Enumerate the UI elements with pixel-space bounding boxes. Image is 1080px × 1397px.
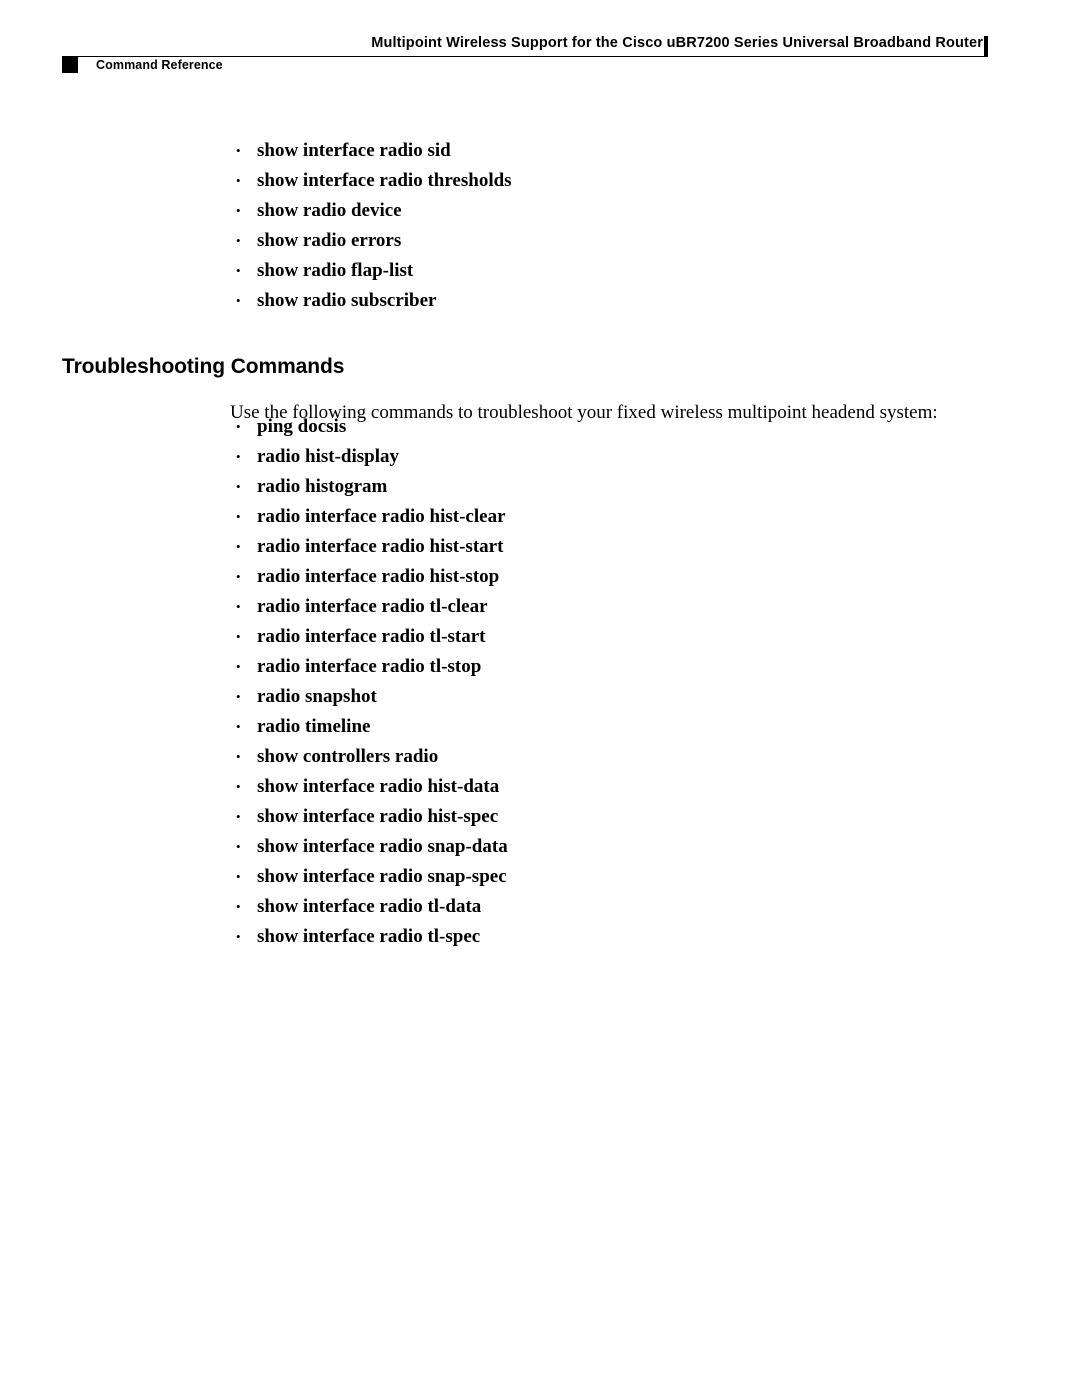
list-item: • show interface radio thresholds [232,166,512,196]
bullet-icon: • [236,143,241,158]
list-item: • radio interface radio hist-stop [232,562,508,592]
command-name: show controllers radio [257,746,439,767]
command-name: show interface radio hist-data [257,776,500,797]
list-item: • radio interface radio tl-stop [232,652,508,682]
command-name: show interface radio snap-data [257,836,508,857]
bullet-icon: • [236,599,241,614]
command-name: radio interface radio tl-clear [257,596,488,617]
page-header: Multipoint Wireless Support for the Cisc… [0,0,1080,90]
command-name: show interface radio sid [257,140,451,161]
command-name: show radio device [257,200,402,221]
bullet-icon: • [236,779,241,794]
bullet-icon: • [236,419,241,434]
bullet-icon: • [236,263,241,278]
command-list-continued: • show interface radio sid • show interf… [232,136,512,316]
header-marker-square-icon [62,57,78,73]
list-item: • show interface radio snap-spec [232,862,508,892]
bullet-icon: • [236,233,241,248]
list-item: • show interface radio tl-spec [232,922,508,952]
list-item: • radio interface radio hist-start [232,532,508,562]
bullet-icon: • [236,749,241,764]
list-item: • ping docsis [232,412,508,442]
list-item: • radio timeline [232,712,508,742]
bullet-icon: • [236,929,241,944]
header-chapter-title: Command Reference [96,58,223,72]
command-name: show interface radio tl-data [257,896,482,917]
command-name: radio interface radio hist-stop [257,566,500,587]
list-item: • radio interface radio tl-clear [232,592,508,622]
bullet-icon: • [236,689,241,704]
list-item: • radio histogram [232,472,508,502]
bullet-icon: • [236,899,241,914]
list-item: • radio snapshot [232,682,508,712]
command-name: show interface radio hist-spec [257,806,499,827]
command-name: radio timeline [257,716,371,737]
bullet-icon: • [236,539,241,554]
list-item: • radio interface radio tl-start [232,622,508,652]
bullet-icon: • [236,569,241,584]
bullet-icon: • [236,659,241,674]
command-name: show interface radio tl-spec [257,926,481,947]
header-document-title: Multipoint Wireless Support for the Cisc… [371,35,983,51]
list-item: • show interface radio hist-data [232,772,508,802]
list-item: • show interface radio snap-data [232,832,508,862]
section-heading: Troubleshooting Commands [62,355,345,379]
command-name: show radio subscriber [257,290,437,311]
list-item: • show radio errors [232,226,512,256]
command-name: ping docsis [257,416,347,437]
command-name: radio interface radio hist-clear [257,506,506,527]
bullet-icon: • [236,173,241,188]
bullet-icon: • [236,809,241,824]
troubleshooting-command-list: • ping docsis • radio hist-display • rad… [232,412,508,952]
bullet-icon: • [236,629,241,644]
list-item: • show interface radio tl-data [232,892,508,922]
command-name: radio interface radio hist-start [257,536,504,557]
list-item: • show interface radio hist-spec [232,802,508,832]
bullet-icon: • [236,839,241,854]
list-item: • radio hist-display [232,442,508,472]
bullet-icon: • [236,449,241,464]
command-name: radio interface radio tl-stop [257,656,482,677]
bullet-icon: • [236,869,241,884]
command-name: radio histogram [257,476,388,497]
list-item: • show radio device [232,196,512,226]
command-name: radio snapshot [257,686,377,707]
bullet-icon: • [236,203,241,218]
document-page: Multipoint Wireless Support for the Cisc… [0,0,1080,1397]
header-edge-tick [984,36,988,57]
list-item: • show radio subscriber [232,286,512,316]
bullet-icon: • [236,719,241,734]
list-item: • show radio flap-list [232,256,512,286]
command-name: radio hist-display [257,446,400,467]
bullet-icon: • [236,293,241,308]
command-name: show radio flap-list [257,260,414,281]
list-item: • show interface radio sid [232,136,512,166]
command-name: radio interface radio tl-start [257,626,486,647]
command-name: show interface radio thresholds [257,170,512,191]
page-footer: Cisco IOS Release 12.1(5)XM 20 [0,1287,1080,1397]
list-item: • radio interface radio hist-clear [232,502,508,532]
bullet-icon: • [236,509,241,524]
list-item: • show controllers radio [232,742,508,772]
command-name: show interface radio snap-spec [257,866,507,887]
bullet-icon: • [236,479,241,494]
command-name: show radio errors [257,230,402,251]
